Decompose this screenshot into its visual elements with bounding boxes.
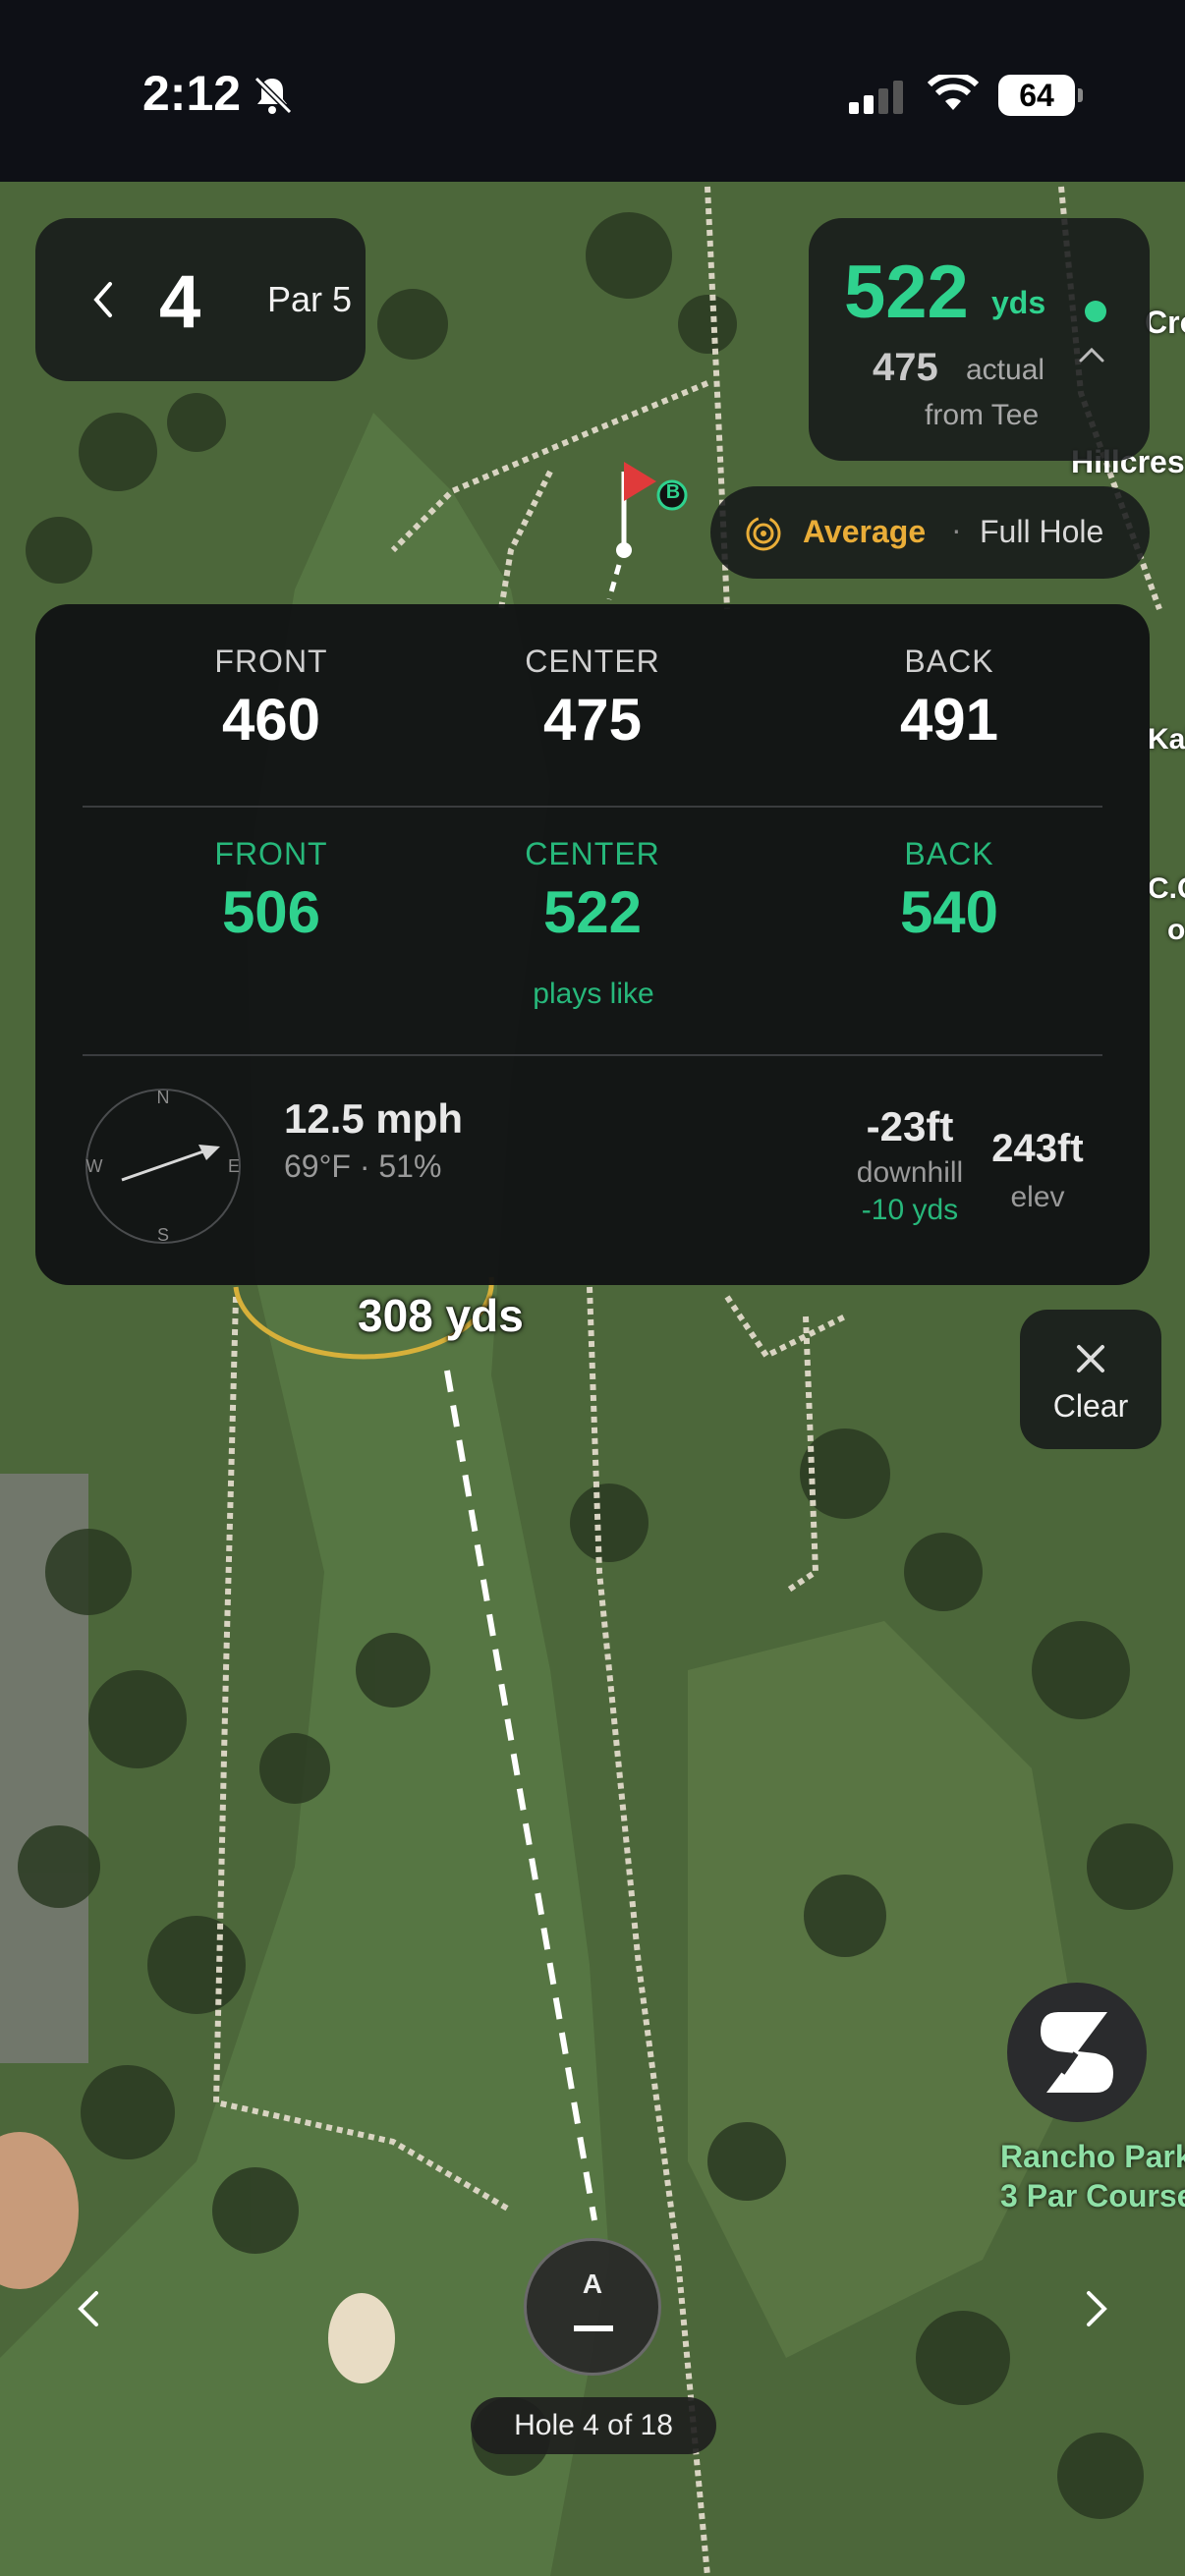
hole-par: Par 5 [267,279,353,319]
target-icon [746,516,781,551]
compass-n: N [157,1088,170,1107]
actual-front: FRONT 460 [124,644,419,754]
silent-bell-icon [254,76,293,115]
shot-distance-label: 308 yds [358,1290,524,1341]
wind-speed: 12.5 mph [284,1095,464,1142]
strategy-mode-pill[interactable]: Average · Full Hole [710,486,1150,579]
mode-separator: · [951,512,962,547]
plays-like-unit: yds [991,285,1046,320]
place-label: C.C [1148,872,1185,905]
chevron-up-icon[interactable] [1078,346,1105,364]
shot-marker-bar [574,2325,613,2331]
back-label: BACK [904,644,994,679]
actual-yardage: 475 [873,346,938,389]
view-label[interactable]: Full Hole [980,514,1103,550]
clear-button[interactable]: Clear [1020,1310,1161,1449]
actual-center: CENTER 475 [445,644,740,754]
elevation-label: elev [1010,1181,1065,1213]
chevron-right-icon[interactable] [1085,2289,1108,2328]
place-label: Kal [1148,723,1185,756]
elevation: 243ft elev [969,1127,1106,1214]
divider [83,1054,1102,1056]
status-time: 2:12 [142,66,242,121]
center-value: 522 [542,879,643,945]
shot-marker-button[interactable]: A [524,2238,661,2376]
strategy-label[interactable]: Average [803,514,926,550]
distance-stats-panel: FRONT 460 CENTER 475 BACK 491 FRONT 506 … [35,604,1150,1285]
course-label-line-1: Rancho Park [1000,2139,1185,2174]
clear-label: Clear [1052,1388,1129,1424]
battery-indicator: 64 [998,75,1083,116]
front-value: 460 [221,687,321,753]
compass-s: S [157,1225,169,1245]
plays-like-caption: plays like [533,978,654,1010]
weather-conditions: 69°F · 51% [284,1148,442,1184]
center-label: CENTER [525,644,660,679]
plays-like-yardage: 522 [844,251,969,334]
front-value: 506 [221,879,321,945]
close-icon [1077,1345,1104,1372]
plays-like-front: FRONT 506 [124,836,419,946]
brand-logo-icon [1041,2012,1113,2093]
wifi-icon [928,75,979,110]
plays-like-back: BACK 540 [802,836,1097,946]
back-label: BACK [904,836,994,871]
place-label: o [1167,914,1185,946]
brand-logo-button[interactable] [1007,1983,1147,2122]
signal-icon [849,81,903,114]
from-tee-label: from Tee [925,399,1040,431]
green-marker-label: B [665,481,681,503]
compass-e: E [228,1156,240,1176]
course-label-line-2: 3 Par Course [1000,2178,1185,2213]
place-label: Cro [1145,305,1185,340]
actual-label: actual [966,354,1045,386]
elevation-value: 243ft [991,1127,1084,1170]
back-chevron-icon[interactable] [92,281,114,318]
compass-w: W [86,1156,103,1176]
back-value: 491 [899,687,999,753]
front-label: FRONT [214,644,328,679]
front-label: FRONT [214,836,328,871]
wind-compass-icon: N S W E [85,1088,241,1245]
plays-like-center: CENTER 522 [445,836,740,946]
gps-status-dot [1085,301,1106,322]
actual-back: BACK 491 [802,644,1097,754]
back-value: 540 [899,879,999,945]
divider [83,806,1102,808]
course-label: Rancho Park 3 Par Course [1000,2137,1185,2215]
hole-selector[interactable]: 4 Par 5 [35,218,366,381]
yardage-summary[interactable]: 522 yds 475 actual from Tee [809,218,1150,461]
hole-indicator: Hole 4 of 18 [471,2397,716,2454]
center-label: CENTER [525,836,660,871]
shot-marker-label: A [582,2268,603,2299]
center-value: 475 [542,687,643,753]
hole-number: 4 [159,260,201,344]
chevron-left-icon[interactable] [77,2289,100,2328]
status-bar: 2:12 64 [0,0,1185,182]
